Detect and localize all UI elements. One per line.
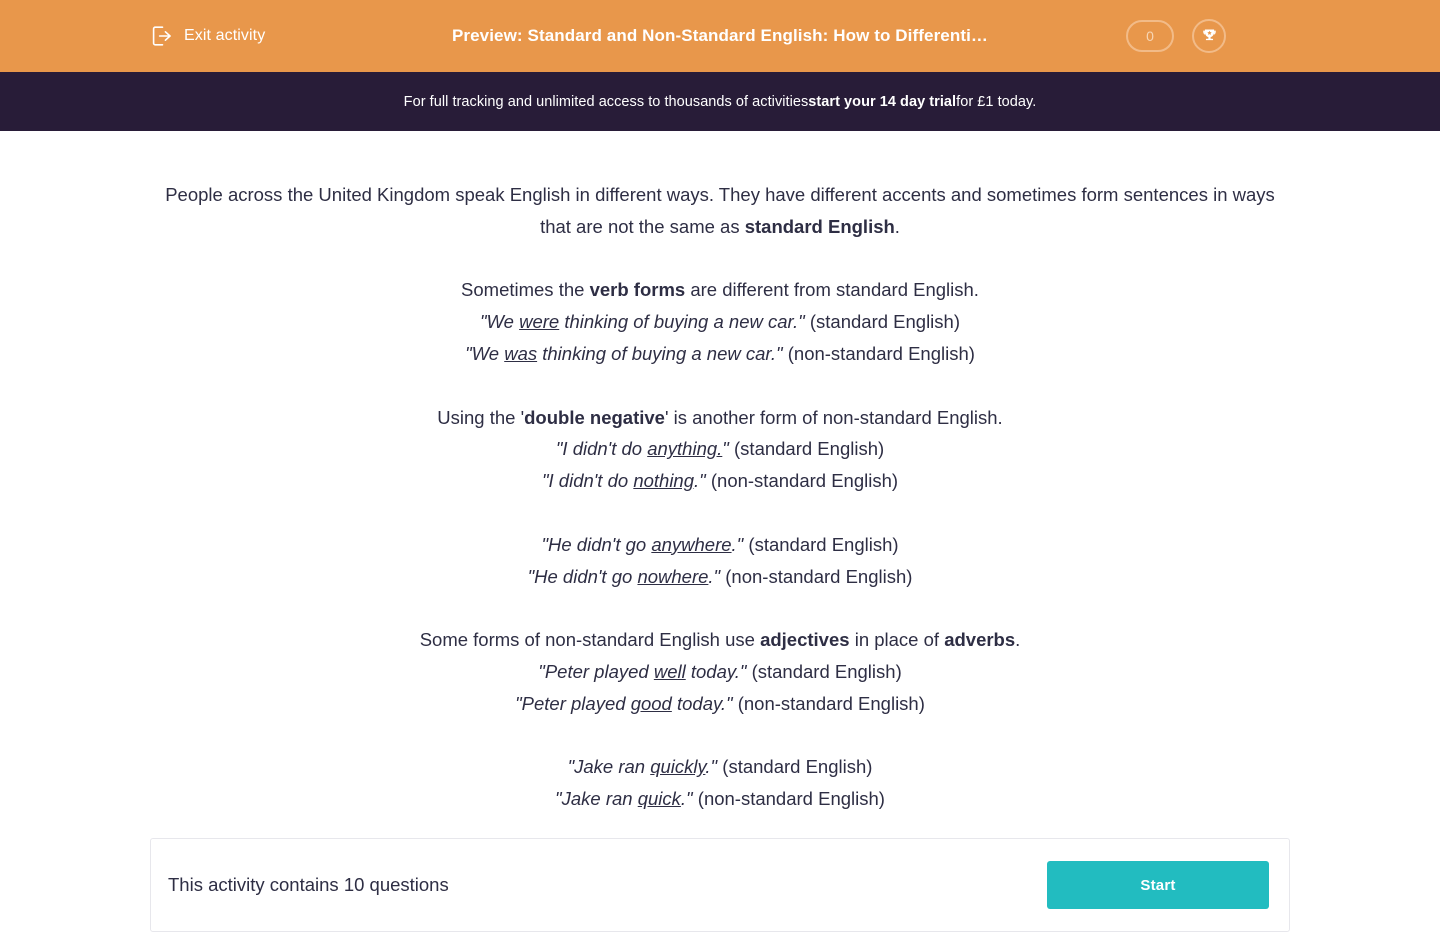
dn-ex1-b: " — [722, 438, 729, 460]
verb-forms-heading-a: Sometimes the — [461, 279, 590, 301]
dn-ex4-b: ." — [708, 565, 721, 587]
adj-ex4-underlined: quick — [637, 788, 681, 810]
start-button[interactable]: Start — [1047, 861, 1269, 909]
adj-ex2-b: today." — [671, 692, 733, 714]
adj-ex1-underlined: well — [653, 660, 686, 682]
verb-forms-heading-bold: verb forms — [589, 279, 686, 301]
dn-ex4-underlined: nowhere — [637, 565, 709, 587]
verb-forms-heading: Sometimes the verb forms are different f… — [160, 274, 1280, 306]
adj-heading-bold-adjectives: adjectives — [760, 629, 850, 651]
exit-activity-label: Exit activity — [184, 27, 266, 44]
trial-promo-banner[interactable]: For full tracking and unlimited access t… — [0, 72, 1440, 131]
double-negative-example-1: "I didn't do anything." (standard Englis… — [160, 433, 1280, 465]
dn-ex4-a: "He didn't go — [527, 565, 638, 587]
vf-ex1-tail: (standard English) — [804, 311, 960, 333]
dn-ex3-a: "He didn't go — [541, 533, 652, 555]
activity-start-card: This activity contains 10 questions Star… — [150, 838, 1290, 932]
top-bar-actions: 0 — [1126, 0, 1226, 72]
question-count-label: This activity contains 10 questions — [168, 874, 449, 895]
adj-ex3-b: ." — [705, 756, 718, 778]
intro-paragraph: People across the United Kingdom speak E… — [160, 179, 1280, 243]
trial-banner-tail: for £1 today. — [956, 93, 1037, 110]
adjectives-example-3: "Jake ran quickly." (standard English) — [160, 751, 1280, 783]
adjectives-example-4: "Jake ran quick." (non-standard English) — [160, 783, 1280, 815]
activity-preview-content: People across the United Kingdom speak E… — [0, 131, 1440, 815]
adj-ex4-b: ." — [680, 788, 693, 810]
dn-ex3-b: ." — [731, 533, 744, 555]
adj-ex3-underlined: quickly — [650, 756, 706, 778]
vf-ex1-b: thinking of buying a new car." — [559, 311, 805, 333]
dn-ex1-underlined: anything. — [647, 438, 723, 460]
dn-ex2-underlined: nothing — [633, 470, 695, 492]
dn-ex1-a: "I didn't do — [555, 438, 648, 460]
verb-forms-example-1: "We were thinking of buying a new car." … — [160, 306, 1280, 338]
dn-ex3-tail: (standard English) — [743, 533, 899, 555]
adj-ex1-a: "Peter played — [538, 660, 654, 682]
adj-ex3-a: "Jake ran — [567, 756, 651, 778]
score-badge[interactable]: 0 — [1126, 20, 1174, 52]
score-value: 0 — [1146, 28, 1154, 44]
vf-ex1-underlined: were — [519, 311, 560, 333]
adj-ex2-tail: (non-standard English) — [732, 692, 925, 714]
double-negative-example-4: "He didn't go nowhere." (non-standard En… — [160, 561, 1280, 593]
dn-ex1-tail: (standard English) — [728, 438, 885, 460]
vf-ex2-tail: (non-standard English) — [782, 342, 975, 364]
intro-text-a: People across the United Kingdom speak E… — [165, 184, 1275, 237]
verb-forms-example-2: "We was thinking of buying a new car." (… — [160, 338, 1280, 370]
dn-ex3-underlined: anywhere — [651, 533, 732, 555]
dn-heading-b: ' is another form of non-standard Englis… — [664, 406, 1003, 428]
adj-ex1-tail: (standard English) — [746, 660, 902, 682]
exit-arrow-icon — [150, 24, 174, 48]
double-negative-heading: Using the 'double negative' is another f… — [160, 402, 1280, 434]
adj-ex4-a: "Jake ran — [555, 788, 638, 810]
vf-ex2-b: thinking of buying a new car." — [537, 342, 783, 364]
adj-ex3-tail: (standard English) — [717, 756, 873, 778]
double-negative-example-2: "I didn't do nothing." (non-standard Eng… — [160, 465, 1280, 497]
adj-ex4-tail: (non-standard English) — [692, 788, 885, 810]
adj-heading-bold-adverbs: adverbs — [944, 629, 1016, 651]
vf-ex1-a: "We — [479, 311, 520, 333]
dn-heading-bold: double negative — [524, 406, 665, 428]
trial-banner-lead: For full tracking and unlimited access t… — [403, 93, 809, 110]
adj-heading-a: Some forms of non-standard English use — [419, 629, 761, 651]
adj-heading-mid: in place of — [849, 629, 945, 651]
trophy-button[interactable] — [1192, 19, 1226, 53]
adj-ex1-b: today." — [685, 660, 747, 682]
double-negative-example-3: "He didn't go anywhere." (standard Engli… — [160, 529, 1280, 561]
dn-ex2-tail: (non-standard English) — [705, 470, 899, 492]
adjectives-example-2: "Peter played good today." (non-standard… — [160, 688, 1280, 720]
adj-ex2-underlined: good — [630, 692, 672, 714]
adj-ex2-a: "Peter played — [515, 692, 631, 714]
dn-ex2-b: ." — [694, 470, 706, 492]
adjectives-example-1: "Peter played well today." (standard Eng… — [160, 656, 1280, 688]
verb-forms-heading-b: are different from standard English. — [685, 279, 979, 301]
exit-activity-button[interactable]: Exit activity — [150, 0, 265, 72]
trophy-icon — [1200, 27, 1219, 46]
adjectives-heading: Some forms of non-standard English use a… — [160, 624, 1280, 656]
intro-bold-standard-english: standard English — [744, 215, 895, 237]
top-app-bar: Exit activity Preview: Standard and Non-… — [0, 0, 1440, 72]
trial-banner-emphasis: start your 14 day trial — [808, 93, 957, 110]
dn-ex2-a: "I didn't do — [541, 470, 634, 492]
dn-heading-a: Using the ' — [437, 406, 525, 428]
adj-heading-b: . — [1015, 629, 1021, 651]
dn-ex4-tail: (non-standard English) — [720, 565, 913, 587]
vf-ex2-underlined: was — [504, 342, 538, 364]
intro-text-b: . — [894, 215, 900, 237]
vf-ex2-a: "We — [465, 342, 505, 364]
